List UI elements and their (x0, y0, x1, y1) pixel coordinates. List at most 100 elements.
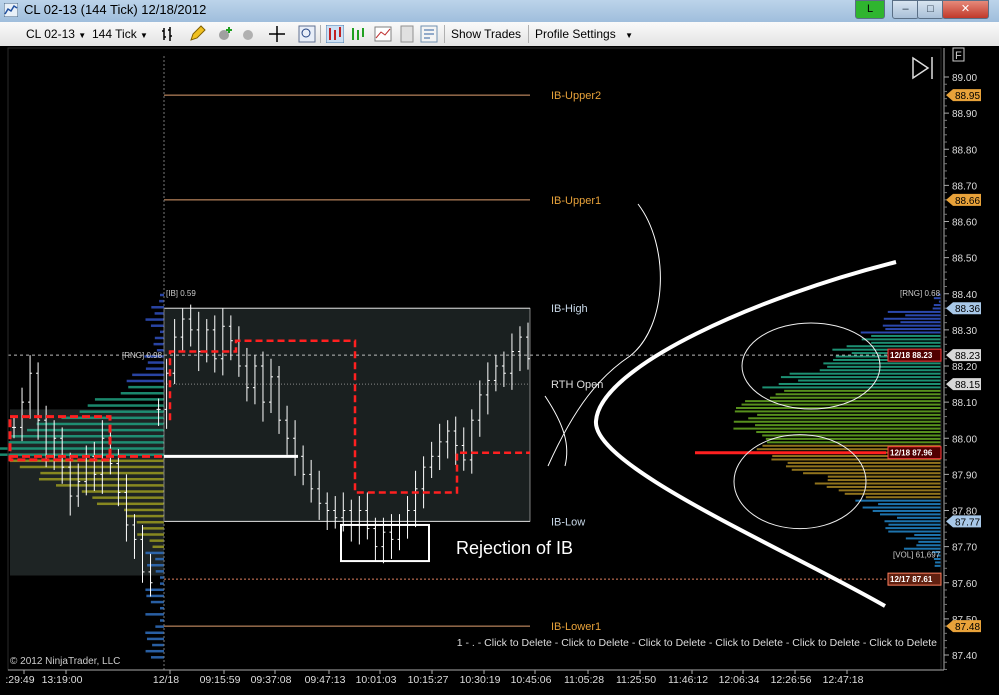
chevron-down-icon: ▼ (625, 31, 633, 40)
time-tick-label: 10:15:27 (408, 674, 449, 686)
profile-bar (0, 447, 164, 450)
bar-type-icon[interactable] (160, 25, 178, 43)
remove-indicator-icon[interactable] (240, 25, 258, 43)
profile-bar (150, 539, 164, 542)
profile-bar (145, 589, 164, 592)
profile-bar (126, 515, 164, 518)
price-tick-label: 87.90 (952, 470, 977, 481)
show-trades-button[interactable]: Show Trades (451, 26, 521, 42)
time-tick-label: :29:49 (5, 674, 34, 686)
flag-1218-top: 12/18 88.23 (890, 351, 933, 360)
interval-selector[interactable]: 144 Tick ▼ (92, 26, 148, 42)
profile-bar (862, 338, 941, 340)
ib-level-label: IB-Lower1 (551, 621, 601, 633)
profile-bar (916, 544, 941, 546)
pencil-icon[interactable] (188, 25, 206, 43)
profile-bar (160, 619, 164, 622)
profile-bar (733, 428, 941, 430)
time-tick-label: 12:47:18 (823, 674, 864, 686)
profile-bar (146, 318, 164, 321)
profile-bar (151, 656, 164, 659)
profile-bar (160, 576, 164, 579)
profile-bar (885, 520, 941, 522)
profile-bar (155, 337, 164, 340)
price-flag-label: 88.36 (955, 304, 980, 315)
profile-bar (56, 484, 164, 487)
time-tick-label: 10:30:19 (460, 674, 501, 686)
profile-bar (905, 314, 941, 316)
profile-bar (863, 507, 941, 509)
price-tick-label: 88.80 (952, 145, 977, 156)
data-box-icon[interactable] (398, 25, 416, 43)
profile-bar (124, 509, 164, 512)
profile-bar (767, 441, 941, 443)
profile-bar (121, 392, 164, 395)
price-tick-label: 88.50 (952, 254, 977, 265)
minimize-button[interactable]: – (892, 0, 919, 19)
price-chart[interactable]: IB-Upper2 IB-Upper1 IB-High IB-Low IB-Lower1… (0, 46, 999, 695)
green-status-button[interactable]: L (855, 0, 885, 19)
profile-bar (756, 431, 941, 433)
profile-bar (803, 472, 941, 474)
maximize-button[interactable]: □ (917, 0, 944, 19)
time-tick-label: 12:26:56 (771, 674, 812, 686)
profile-bar (906, 537, 941, 539)
ib-level-label: IB-Low (551, 516, 585, 528)
profile-bar (823, 362, 941, 364)
profile-bar (885, 527, 941, 529)
profile-bar (147, 564, 164, 567)
template-icon[interactable] (420, 25, 438, 43)
chart-properties-icon[interactable] (374, 25, 392, 43)
profile-settings-button[interactable]: Profile Settings ▼ (535, 26, 633, 42)
title-bar: CL 02-13 (144 Tick) 12/18/2012 L – □ ✕ (0, 0, 999, 23)
profile-bar (80, 410, 164, 413)
profile-bar (145, 552, 164, 555)
profile-bar (151, 324, 164, 327)
instrument-selector[interactable]: CL 02-13 ▼ (26, 26, 86, 42)
profile-bar (155, 558, 164, 561)
toolbar-separator (528, 25, 529, 43)
profile-bar (798, 380, 941, 382)
close-button[interactable]: ✕ (942, 0, 989, 19)
time-tick-label: 09:37:08 (251, 674, 292, 686)
volume-label: [VOL] 61,697 (893, 550, 941, 559)
price-flag-label: 88.23 (955, 351, 980, 362)
profile-bar (92, 496, 164, 499)
profile-bar (735, 410, 941, 412)
crosshair-icon[interactable] (268, 25, 286, 43)
profile-bar (37, 423, 164, 426)
profile-bar (828, 479, 941, 481)
price-tick-label: 88.90 (952, 109, 977, 120)
profile-bar (132, 374, 164, 377)
profile-bar (762, 386, 941, 388)
rth-open-label: RTH Open (551, 379, 603, 391)
profile-bar (152, 644, 164, 647)
profile-bar (147, 638, 164, 641)
price-tick-label: 89.00 (952, 73, 977, 84)
toolbar-separator (444, 25, 445, 43)
ib-level-label: IB-Upper1 (551, 195, 601, 207)
profile-bar (781, 376, 941, 378)
chart-style-icon[interactable] (350, 25, 368, 43)
profile-bar (904, 548, 941, 550)
profile-bar (160, 294, 164, 297)
time-tick-label: 11:25:50 (616, 674, 656, 686)
profile-bar (9, 441, 164, 444)
profile-bar (20, 466, 164, 469)
add-indicator-icon[interactable] (216, 25, 234, 43)
price-tick-label: 88.70 (952, 181, 977, 192)
profile-bar (883, 325, 941, 327)
volume-profile-icon[interactable] (326, 25, 344, 43)
profile-bar (155, 312, 164, 315)
profile-bar (828, 476, 941, 478)
panel-menu-letter: F (955, 50, 962, 62)
chart-toolbar: CL 02-13 ▼ 144 Tick ▼ Show Trades Profil… (0, 22, 999, 47)
price-flag-label: 88.15 (955, 380, 980, 391)
profile-bar (847, 345, 941, 347)
price-tick-label: 88.10 (952, 398, 977, 409)
profile-bar (146, 367, 164, 370)
flag-1217: 12/17 87.61 (890, 575, 933, 584)
profile-bar (734, 421, 941, 423)
zoom-icon[interactable] (298, 25, 316, 43)
time-tick-label: 12:06:34 (719, 674, 760, 686)
